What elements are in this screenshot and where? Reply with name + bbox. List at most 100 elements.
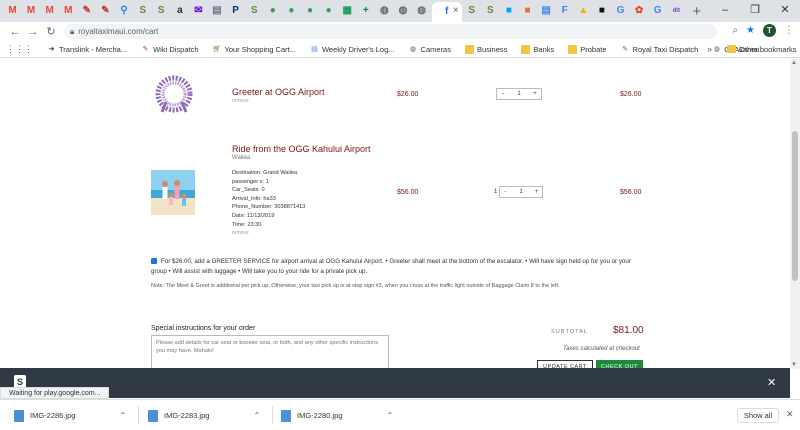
browser-tab[interactable]: G [612, 3, 629, 19]
profile-avatar[interactable]: T [763, 24, 776, 37]
close-icon[interactable]: ✕ [786, 409, 794, 420]
bookmark-item[interactable]: ▤ Weekly Driver's Log... [310, 44, 395, 54]
browser-tab[interactable]: S [482, 3, 499, 19]
browser-tab[interactable]: ■ [500, 3, 517, 19]
browser-tab[interactable]: M [41, 3, 58, 19]
special-instructions-input[interactable] [151, 335, 389, 369]
bookmark-label: Wiki Dispatch [153, 44, 199, 54]
browser-tab[interactable]: M [4, 3, 21, 19]
show-all-downloads-button[interactable]: Show all [737, 408, 779, 423]
address-bar[interactable]: 🔒︎ royaltaximaui.com/cart [64, 24, 717, 39]
browser-tab[interactable]: + [357, 3, 374, 19]
browser-tab[interactable]: S [246, 3, 263, 19]
bookmark-item[interactable]: 🛒︎ Your Shopping Cart... [213, 45, 296, 54]
forward-arrow-icon[interactable]: → [24, 26, 42, 38]
download-item[interactable]: IMG-2280.jpg ⌃ [281, 408, 393, 423]
browser-tab[interactable]: ■ [519, 3, 536, 19]
minimize-button[interactable]: – [710, 0, 740, 22]
scroll-down-icon[interactable]: ▼ [791, 362, 797, 368]
qty-increase-button[interactable]: + [529, 91, 541, 97]
qty-value[interactable]: 1 [509, 91, 529, 97]
item-properties: Destination: Grand Wailea passenger s: 1… [232, 169, 305, 238]
bookmark-item[interactable]: Banks [521, 44, 554, 54]
document-icon: ▤ [541, 5, 551, 16]
browser-tab[interactable]: S [134, 3, 151, 19]
quantity-stepper[interactable]: - 1 + [496, 88, 542, 100]
other-bookmarks[interactable]: Other bookmarks [727, 45, 797, 54]
browser-tab[interactable]: ▦ [339, 3, 356, 19]
menu-kebab-icon[interactable]: ⋮ [784, 25, 794, 36]
browser-tab[interactable]: a [171, 3, 188, 19]
search-icon[interactable]: ⌕ [732, 25, 738, 36]
qty-decrease-button[interactable]: - [497, 91, 509, 97]
browser-tab[interactable]: ✎ [78, 3, 95, 19]
greeter-lei-image[interactable] [152, 72, 196, 116]
browser-tab[interactable]: ⚲ [116, 3, 133, 19]
browser-tab[interactable]: f × [431, 2, 462, 22]
browser-tab[interactable]: S [153, 3, 170, 19]
cart-item-title[interactable]: Greeter at OGG Airport [232, 87, 325, 97]
paypal-icon: P [232, 5, 239, 16]
browser-tab[interactable]: ◍ [376, 3, 393, 19]
bookmark-item[interactable]: Business [464, 44, 507, 54]
shopify-icon: S [157, 5, 165, 16]
browser-tab[interactable]: ✎ [97, 3, 114, 19]
browser-tab[interactable]: ▤ [209, 3, 226, 19]
remove-item-link[interactable]: remove [232, 98, 249, 104]
bookmark-item[interactable]: ◍ Cameras [409, 45, 451, 54]
browser-tab[interactable]: S [463, 3, 480, 19]
qty-value[interactable]: 1 [511, 189, 532, 195]
browser-tab[interactable]: F [556, 3, 573, 19]
browser-tab[interactable]: ● [302, 3, 319, 19]
reload-icon[interactable]: ↻ [42, 25, 60, 38]
apps-grid-icon[interactable]: ⋮⋮⋮ [6, 44, 33, 55]
browser-tab[interactable]: M [23, 3, 40, 19]
browser-tab[interactable]: ■ [593, 3, 610, 19]
bookmark-label: Weekly Driver's Log... [321, 44, 395, 54]
addon-description: For $26.00, add a GREETER SERVICE for ai… [151, 258, 631, 275]
browser-tab[interactable]: G [649, 3, 666, 19]
browser-tab[interactable]: ◍ [394, 3, 411, 19]
back-arrow-icon[interactable]: ← [6, 26, 24, 38]
globe-icon: ◍ [380, 5, 389, 16]
browser-tab[interactable]: ● [320, 3, 337, 19]
family-beach-photo[interactable] [151, 170, 195, 215]
maximize-button[interactable]: ❐ [740, 0, 770, 22]
qty-increase-button[interactable]: + [531, 189, 542, 195]
download-item[interactable]: IMG-2286.jpg ⌃ [14, 408, 126, 423]
greeter-addon-option[interactable]: For $26.00, add a GREETER SERVICE for ai… [151, 257, 641, 277]
bookmark-item[interactable]: Probate [568, 44, 607, 54]
chevron-up-icon[interactable]: ⌃ [119, 411, 126, 420]
bookmark-item[interactable]: ➜ Translink - Mercha... [47, 45, 128, 54]
browser-tab[interactable]: dlt [668, 3, 685, 19]
browser-tab[interactable]: ▲ [575, 3, 592, 19]
browser-tab[interactable]: ✉ [190, 3, 207, 19]
close-tab-icon[interactable]: × [453, 5, 459, 16]
bookmarks-overflow-button[interactable]: » [707, 44, 712, 54]
scrollbar-thumb[interactable] [792, 131, 798, 281]
scroll-up-icon[interactable]: ▲ [791, 60, 797, 66]
addon-checkbox[interactable] [151, 258, 157, 265]
browser-tab[interactable]: M [60, 3, 77, 19]
browser-tab[interactable]: ● [283, 3, 300, 19]
orange-square-icon: ■ [524, 5, 531, 16]
browser-tab[interactable]: ✿ [631, 3, 648, 19]
bookmark-star-icon[interactable]: ★ [746, 25, 755, 36]
close-window-button[interactable]: ✕ [770, 0, 800, 22]
chevron-up-icon[interactable]: ⌃ [386, 411, 393, 420]
download-item[interactable]: IMG-2283.jpg ⌃ [148, 408, 260, 423]
bookmark-item[interactable]: ✎ Royal Taxi Dispatch [621, 45, 698, 54]
close-icon[interactable]: ✕ [767, 376, 776, 389]
cart-item-title[interactable]: Ride from the OGG Kahului Airport [232, 144, 371, 154]
remove-item-link[interactable]: remove [232, 229, 305, 238]
browser-tab[interactable]: P [227, 3, 244, 19]
qty-decrease-button[interactable]: - [500, 189, 511, 195]
browser-tab[interactable]: ● [264, 3, 281, 19]
new-tab-button[interactable]: + [692, 3, 701, 20]
quantity-stepper[interactable]: - 1 + [499, 186, 543, 198]
bookmark-item[interactable]: ✎ Wiki Dispatch [141, 44, 199, 54]
page-scrollbar[interactable]: ▲ ▼ [790, 59, 800, 369]
browser-tab[interactable]: ◍ [413, 3, 430, 19]
browser-tab[interactable]: ▤ [538, 3, 555, 19]
chevron-up-icon[interactable]: ⌃ [253, 411, 260, 420]
